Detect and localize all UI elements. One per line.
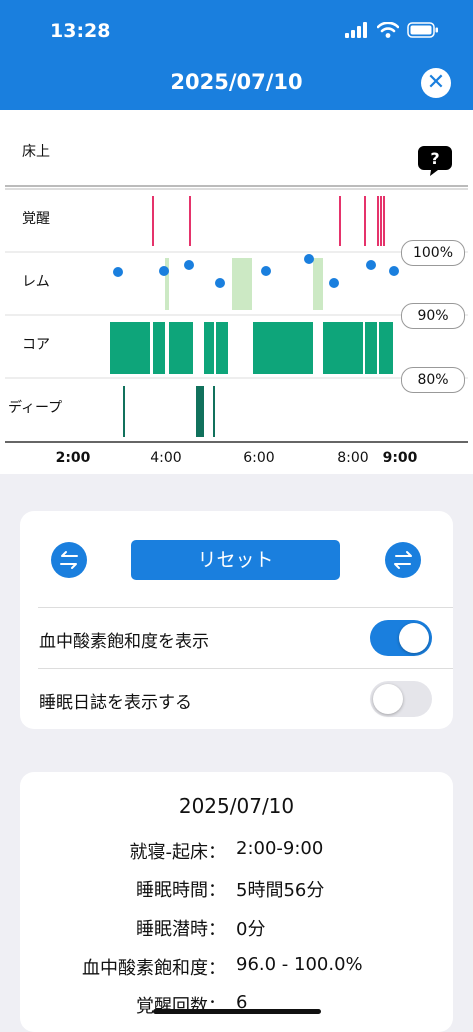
- core-block: [365, 322, 377, 374]
- reset-button[interactable]: リセット: [131, 540, 340, 580]
- core-block: [204, 322, 214, 374]
- summary-card: 2025/07/10 就寝-起床： 2:00-9:00 睡眠時間： 5時間56分…: [20, 772, 453, 1032]
- swap-arrows-icon: [394, 551, 412, 569]
- battery-icon: [407, 22, 438, 38]
- core-block: [110, 322, 150, 374]
- summary-key: 睡眠潜時：: [136, 919, 226, 940]
- core-block: [379, 322, 393, 374]
- core-block: [323, 322, 363, 374]
- wifi-icon: [377, 22, 399, 38]
- sleep-diary-toggle-label: 睡眠日誌を表示する: [39, 693, 192, 713]
- awake-bar: [364, 196, 366, 246]
- status-time: 13:28: [50, 20, 111, 42]
- status-icons: [345, 22, 439, 38]
- next-day-button[interactable]: [385, 542, 421, 578]
- core-block: [253, 322, 313, 374]
- summary-value: 96.0 - 100.0%: [236, 954, 363, 975]
- prev-day-button[interactable]: [51, 542, 87, 578]
- awake-bar: [152, 196, 154, 246]
- x-tick-label: 8:00: [337, 450, 368, 466]
- summary-date: 2025/07/10: [178, 794, 295, 818]
- row-label: コア: [22, 337, 50, 353]
- x-tick-label: 9:00: [383, 450, 418, 466]
- spo2-point: [329, 278, 339, 288]
- close-icon: ✕: [426, 70, 446, 95]
- awake-bar: [339, 196, 341, 246]
- x-tick-label: 2:00: [56, 450, 91, 466]
- spo2-point: [261, 266, 271, 276]
- spo2-point: [113, 267, 123, 277]
- summary-key: 血中酸素飽和度：: [82, 958, 226, 979]
- summary-value: 5時間56分: [236, 880, 325, 901]
- sleep-diary-toggle[interactable]: [370, 681, 432, 717]
- spo2-toggle-label: 血中酸素飽和度を表示: [39, 632, 209, 652]
- awake-bar: [380, 196, 382, 246]
- row-label: 覚醒: [22, 211, 50, 227]
- spo2-label-90: 90%: [401, 303, 465, 329]
- sleep-stage-chart: 床上覚醒レムコアディープ 2:00 4:00 6:00 8:00 9:00 ?: [5, 144, 468, 466]
- spo2-label-80: 80%: [401, 367, 465, 393]
- summary-value: 0分: [236, 919, 266, 940]
- close-button[interactable]: ✕: [421, 68, 451, 98]
- x-tick-label: 6:00: [243, 450, 274, 466]
- summary-key: 就寝-起床：: [129, 842, 227, 863]
- sleep-chart: 床上覚醒レムコアディープ 2:00 4:00 6:00 8:00 9:00 ? 100%…: [0, 110, 473, 474]
- rem-block: [232, 258, 252, 310]
- page-title: 2025/07/10: [170, 70, 303, 94]
- svg-text:?: ?: [430, 149, 439, 168]
- row-label: レム: [22, 274, 50, 290]
- divider: [38, 607, 453, 608]
- core-block: [216, 322, 228, 374]
- deep-block: [213, 386, 215, 437]
- spo2-label-100: 100%: [401, 240, 465, 266]
- spo2-toggle[interactable]: [370, 620, 432, 656]
- spo2-point: [184, 260, 194, 270]
- spo2-point: [215, 278, 225, 288]
- core-block: [153, 322, 165, 374]
- spo2-point: [159, 266, 169, 276]
- deep-block: [123, 386, 125, 437]
- summary-value: 2:00-9:00: [236, 838, 324, 859]
- spo2-point: [366, 260, 376, 270]
- x-tick-label: 4:00: [150, 450, 181, 466]
- summary-key: 覚醒回数：: [136, 996, 226, 1017]
- rem-block: [165, 258, 169, 310]
- awake-bar: [377, 196, 379, 246]
- awake-bar: [189, 196, 191, 246]
- spo2-point: [389, 266, 399, 276]
- swap-arrows-icon: [60, 551, 78, 569]
- controls-card: リセット 血中酸素飽和度を表示 睡眠日誌を表示する: [20, 511, 453, 729]
- signal-icon: [345, 22, 367, 38]
- row-label: ディープ: [8, 399, 62, 416]
- spo2-point: [304, 254, 314, 264]
- core-block: [169, 322, 193, 374]
- summary-key: 睡眠時間：: [136, 880, 226, 901]
- row-label: 床上: [22, 144, 50, 160]
- awake-bar: [383, 196, 385, 246]
- divider: [38, 668, 453, 669]
- deep-block: [196, 386, 204, 437]
- header-bar: 13:28 2025/07/10 ✕: [0, 0, 473, 110]
- home-indicator: [153, 1009, 321, 1014]
- question-icon[interactable]: ?: [418, 146, 452, 176]
- rem-block: [313, 258, 323, 310]
